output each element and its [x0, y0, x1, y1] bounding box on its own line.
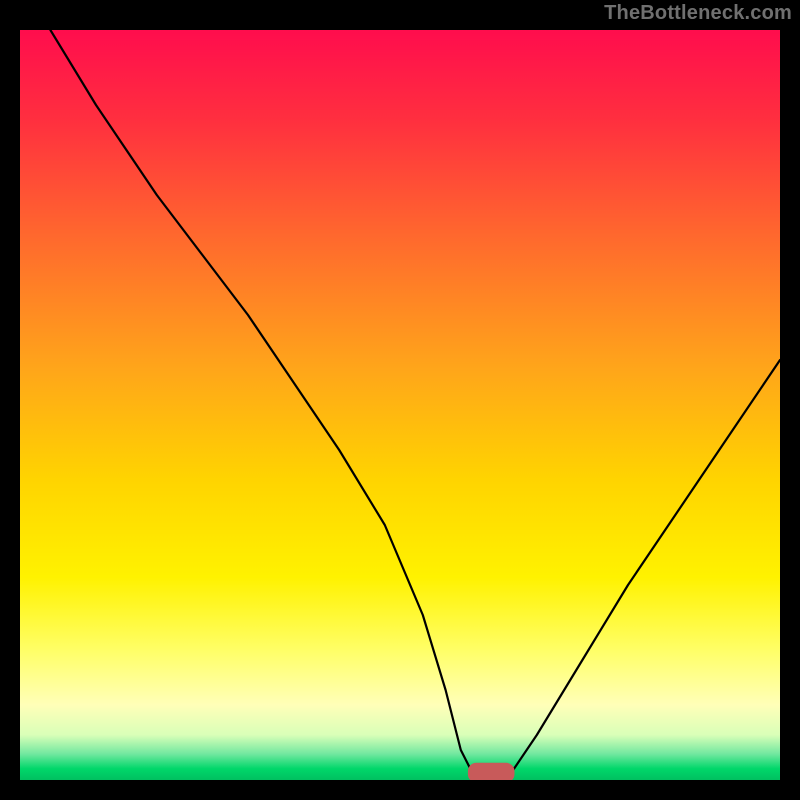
attribution-text: TheBottleneck.com	[604, 2, 792, 25]
plot-area	[20, 30, 780, 780]
optimum-marker	[20, 30, 780, 780]
chart-frame: TheBottleneck.com	[0, 0, 800, 800]
